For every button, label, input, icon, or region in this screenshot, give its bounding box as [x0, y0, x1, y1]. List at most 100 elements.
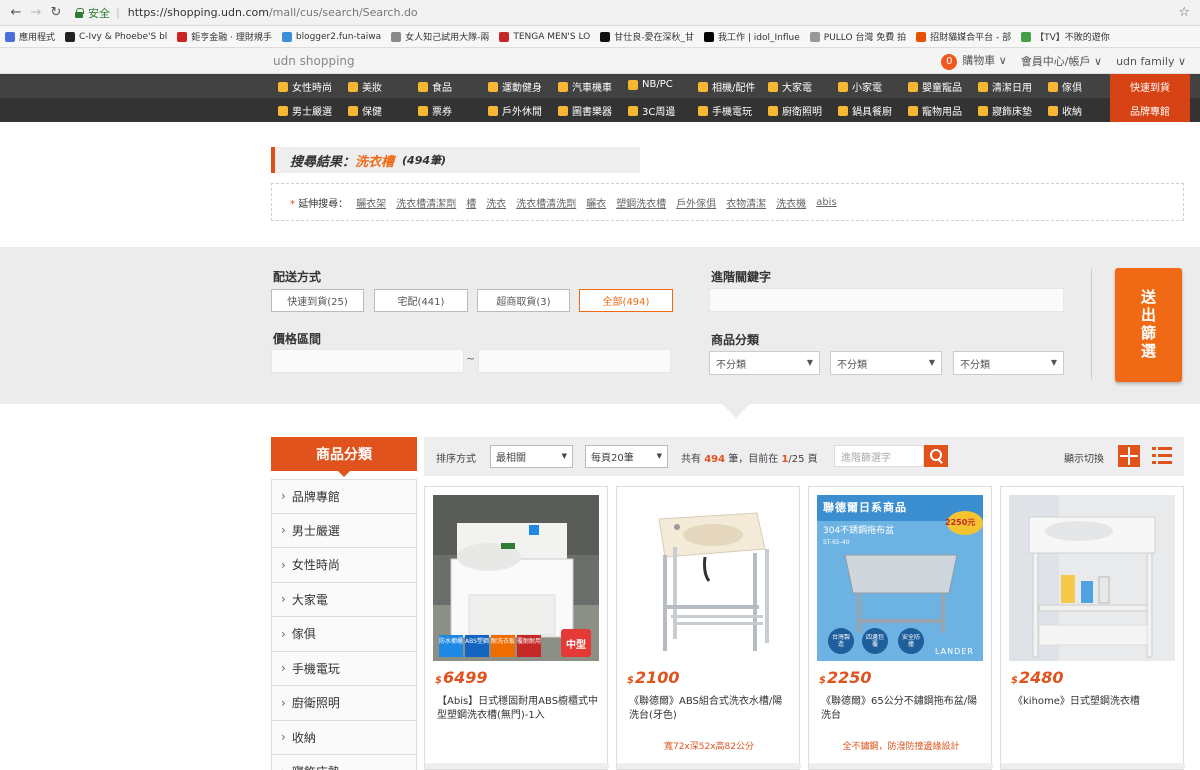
category-nav-item[interactable]: 小家電 [838, 79, 882, 94]
brand-hall-button[interactable]: 品牌專館 [1110, 98, 1190, 122]
category-nav-item[interactable]: 票券 [418, 103, 452, 118]
sidebar-category-item[interactable]: › 手機電玩 [271, 651, 417, 686]
bookmark-item[interactable]: 【TV】不敗的遊你 [1016, 30, 1115, 43]
fast-delivery-button[interactable]: 快速到貨 [1110, 74, 1190, 98]
category-nav-item[interactable]: 運動健身 [488, 79, 542, 94]
category-select-1[interactable]: 不分類 ▼ [709, 351, 820, 375]
filter-keyword-input[interactable]: 進階篩選字 [834, 445, 924, 467]
category-nav-item[interactable]: 3C周邊 [628, 103, 675, 118]
extended-search-link[interactable]: 塑鋼洗衣槽 [616, 195, 666, 210]
category-select-3[interactable]: 不分類 ▼ [953, 351, 1064, 375]
list-view-icon[interactable] [1152, 446, 1172, 466]
advanced-keyword-input[interactable] [709, 288, 1064, 312]
udn-family-link[interactable]: udn family ∨ [1116, 55, 1186, 68]
category-nav-item[interactable]: 男士嚴選 [278, 103, 332, 118]
bookmark-item[interactable]: TENGA MEN'S LO [494, 31, 595, 42]
sidebar-category-item[interactable]: › 收納 [271, 720, 417, 755]
bookmark-item[interactable]: blogger2.fun-taiwa [277, 31, 386, 42]
search-icon[interactable] [924, 445, 948, 467]
category-nav-item[interactable]: 戶外休閒 [488, 103, 542, 118]
delivery-home-button[interactable]: 宅配(441) [374, 289, 468, 312]
product-card[interactable]: 聯德爾日系商品 304不銹鋼拖布盆 2250元 ST-65-40 台灣製造 四邊包… [808, 486, 993, 770]
sort-select[interactable]: 最相關 ▼ [490, 445, 573, 468]
price-max-input[interactable] [478, 349, 671, 373]
category-nav-item[interactable]: 廚衛照明 [768, 103, 822, 118]
category-icon [908, 81, 918, 92]
bookmark-item[interactable]: 女人知己試用大隊-兩 [386, 30, 494, 43]
extended-search-link[interactable]: 曬衣 [586, 195, 606, 210]
category-nav-item[interactable]: 美妝 [348, 79, 382, 94]
submit-filter-button[interactable]: 送出篩選 [1115, 268, 1182, 382]
product-name[interactable]: 《聯德爾》ABS組合式洗衣水槽/陽洗台(牙色) [629, 695, 791, 723]
product-name[interactable]: 【Abis】日式穩固耐用ABS櫥櫃式中型塑鋼洗衣槽(無門)-1入 [437, 695, 599, 723]
category-nav-item[interactable]: 女性時尚 [278, 79, 332, 94]
category-nav-item[interactable]: 傢俱 [1048, 79, 1082, 94]
address-bar[interactable]: 安全 | https://shopping.udn.com/mall/cus/s… [74, 3, 418, 23]
extended-search-link[interactable]: 曬衣架 [356, 195, 386, 210]
sidebar-category-item[interactable]: › 男士嚴選 [271, 513, 417, 548]
category-nav-item[interactable]: 大家電 [768, 79, 812, 94]
bookmark-item[interactable]: 鉅亨金融 · 理財規手 [172, 30, 277, 43]
category-nav-item[interactable]: 圖書樂器 [558, 103, 612, 118]
reload-icon[interactable]: ↻ [46, 5, 66, 20]
extended-search-link[interactable]: 衣物清潔 [726, 195, 766, 210]
extended-search-link[interactable]: abis [816, 197, 836, 208]
delivery-fast-button[interactable]: 快速到貨(25) [271, 289, 364, 312]
extended-search-link[interactable]: 槽 [466, 195, 476, 210]
extended-search-link[interactable]: 洗衣機 [776, 195, 806, 210]
delivery-all-button[interactable]: 全部(494) [579, 289, 673, 312]
bookmark-item[interactable]: 我工作 | idol_Influe [699, 30, 805, 43]
category-nav-item[interactable]: 保健 [348, 103, 382, 118]
extended-search-link[interactable]: 戶外傢俱 [676, 195, 716, 210]
product-image[interactable] [625, 495, 791, 661]
price-min-input[interactable] [271, 349, 464, 373]
category-nav: 快速到貨 女性時尚 美妝 食品 運動健身 汽車機車 NB/PC 相機/配件 大家電 小家電 嬰童寵… [0, 74, 1200, 122]
extended-search-link[interactable]: 洗衣槽清洗劑 [516, 195, 576, 210]
delivery-store-button[interactable]: 超商取貨(3) [477, 289, 570, 312]
product-image[interactable]: 中型 防水櫥櫃 ABS塑鋼 耐洗衣板 覆耐耐用 [433, 495, 599, 661]
product-card[interactable]: $2480 《kihome》日式塑鋼洗衣槽 [1000, 486, 1185, 770]
bookmark-item[interactable]: 招財貓媒合平台 - 部 [911, 30, 1016, 43]
category-nav-item[interactable]: 鍋具餐廚 [838, 103, 892, 118]
category-nav-item[interactable]: 收納 [1048, 103, 1082, 118]
category-select-2[interactable]: 不分類 ▼ [830, 351, 942, 375]
extended-search-link[interactable]: 洗衣槽清潔劑 [396, 195, 456, 210]
product-feature-tag: 覆耐耐用 [517, 635, 541, 657]
category-icon [558, 81, 568, 92]
category-nav-item[interactable]: 寵物用品 [908, 103, 962, 118]
category-nav-item[interactable]: 嬰童寵品 [908, 79, 962, 94]
category-nav-item[interactable]: 清潔日用 [978, 79, 1032, 94]
cart-link[interactable]: 0 購物車 ∨ [941, 52, 1007, 70]
product-image[interactable] [1009, 495, 1175, 661]
sidebar-category-item[interactable]: › 廚衛照明 [271, 686, 417, 721]
site-brand[interactable]: udn shopping [273, 54, 355, 68]
extended-search-link[interactable]: 洗衣 [486, 195, 506, 210]
product-card[interactable]: $2100 《聯德爾》ABS組合式洗衣水槽/陽洗台(牙色) 寬72x深52x高8… [616, 486, 801, 770]
category-nav-item[interactable]: 食品 [418, 79, 452, 94]
sidebar-category-item[interactable]: › 大家電 [271, 582, 417, 617]
price-separator: ~ [466, 352, 476, 365]
forward-icon[interactable]: → [26, 5, 46, 20]
bookmark-item[interactable]: 應用程式 [0, 30, 60, 43]
category-nav-item[interactable]: NB/PC [628, 79, 673, 90]
bookmark-item[interactable]: 甘仕良-愛在深秋_甘 [595, 30, 699, 43]
sidebar-category-item[interactable]: ›寢飾床墊 [271, 755, 417, 770]
category-nav-item[interactable]: 相機/配件 [698, 79, 755, 94]
product-name[interactable]: 《聯德爾》65公分不鏽鋼拖布盆/陽洗台 [821, 695, 983, 723]
back-icon[interactable]: ← [6, 5, 26, 20]
product-card[interactable]: 中型 防水櫥櫃 ABS塑鋼 耐洗衣板 覆耐耐用 $6499 【Abis】日式穩固耐用A… [424, 486, 609, 770]
sidebar-category-item[interactable]: › 傢俱 [271, 617, 417, 652]
category-nav-item[interactable]: 寢飾床墊 [978, 103, 1032, 118]
bookmark-star-icon[interactable]: ☆ [1178, 5, 1190, 20]
per-page-select[interactable]: 每頁20筆 ▼ [585, 445, 668, 468]
sidebar-category-item[interactable]: › 品牌專館 [271, 479, 417, 514]
category-nav-item[interactable]: 手機電玩 [698, 103, 752, 118]
bookmark-item[interactable]: PULLO 台灣 免費 拍 [805, 30, 911, 43]
sidebar-category-item[interactable]: › 女性時尚 [271, 548, 417, 583]
grid-view-icon[interactable] [1118, 445, 1140, 467]
category-nav-item[interactable]: 汽車機車 [558, 79, 612, 94]
product-image[interactable]: 聯德爾日系商品 304不銹鋼拖布盆 2250元 ST-65-40 台灣製造 四邊包… [817, 495, 983, 661]
member-center-link[interactable]: 會員中心/帳戶 ∨ [1021, 53, 1102, 69]
bookmark-item[interactable]: C-Ivy & Phoebe'S bl [60, 31, 172, 42]
product-name[interactable]: 《kihome》日式塑鋼洗衣槽 [1013, 695, 1175, 709]
